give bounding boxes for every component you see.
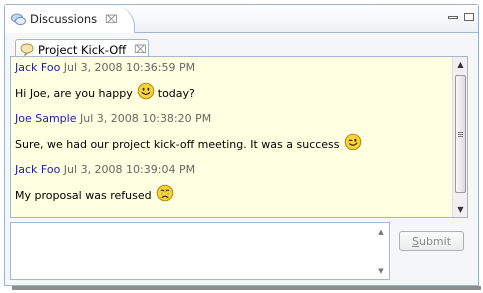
submit-mnemonic: S [411, 234, 419, 248]
editor-tab-label: Project Kick-Off [38, 42, 127, 57]
message-item: Jack Foo Jul 3, 2008 10:39:04 PM My prop… [15, 162, 449, 213]
maximize-icon[interactable] [464, 13, 474, 21]
submit-label: ubmit [418, 234, 452, 248]
composer-scrollbar[interactable]: ▲ ▼ [373, 223, 389, 279]
message-text-part: today? [157, 87, 195, 100]
message-history: Jack Foo Jul 3, 2008 10:36:59 PM Hi Joe,… [10, 56, 468, 218]
scrollbar-thumb[interactable] [455, 75, 466, 193]
message-text-part: My proposal was refused [15, 189, 152, 202]
message-timestamp: Jul 3, 2008 10:39:04 PM [63, 163, 196, 176]
message-header: Jack Foo Jul 3, 2008 10:39:04 PM [15, 162, 449, 178]
message-header: Jack Foo Jul 3, 2008 10:36:59 PM [15, 60, 449, 76]
scroll-up-icon[interactable]: ▲ [453, 57, 468, 72]
message-text-part: Sure, we had our project kick-off meetin… [15, 138, 340, 151]
message-timestamp: Jul 3, 2008 10:36:59 PM [63, 61, 196, 74]
message-list: Jack Foo Jul 3, 2008 10:36:59 PM Hi Joe,… [11, 57, 453, 217]
window-shadow [12, 286, 481, 290]
message-timestamp: Jul 3, 2008 10:38:20 PM [79, 112, 212, 125]
chat-bubble-icon [20, 43, 34, 56]
message-text-part: Hi Joe, are you happy [15, 87, 133, 100]
wink-smiley-icon [344, 133, 361, 151]
scroll-up-icon[interactable]: ▲ [373, 225, 389, 239]
scroll-down-icon[interactable]: ▼ [373, 264, 389, 278]
close-view-tab-icon[interactable]: ⌧ [105, 13, 118, 26]
message-author: Joe Sample [15, 112, 77, 125]
message-author: Jack Foo [15, 61, 61, 74]
close-editor-tab-icon[interactable]: ⌧ [134, 43, 147, 56]
view-tab-bar: Discussions ⌧ [5, 5, 478, 33]
message-text: Hi Joe, are you happy today? [15, 76, 449, 111]
minimize-icon[interactable] [448, 16, 458, 19]
message-author: Jack Foo [15, 163, 61, 176]
message-item: Jack Foo Jul 3, 2008 10:36:59 PM Hi Joe,… [15, 60, 449, 111]
message-header: Joe Sample Jul 3, 2008 10:38:20 PM [15, 111, 449, 127]
history-scrollbar[interactable]: ▲ ▼ [452, 57, 467, 217]
view-tab-label: Discussions [30, 12, 98, 26]
scroll-down-icon[interactable]: ▼ [453, 202, 468, 217]
editor-tab-bar: Project Kick-Off ⌧ [9, 36, 474, 59]
window-controls [448, 13, 474, 21]
message-text: Sure, we had our project kick-off meetin… [15, 127, 449, 162]
discussions-icon [11, 13, 26, 25]
message-text: My proposal was refused [15, 178, 449, 213]
crying-smiley-icon [156, 184, 173, 202]
message-input[interactable] [11, 223, 373, 279]
happy-smiley-icon [137, 82, 155, 100]
tab-discussions[interactable]: Discussions ⌧ [5, 5, 135, 33]
submit-button[interactable]: Submit [399, 231, 464, 251]
scrollbar-grip-icon [458, 132, 463, 137]
message-composer: ▲ ▼ [10, 222, 390, 280]
message-item: Joe Sample Jul 3, 2008 10:38:20 PM Sure,… [15, 111, 449, 162]
